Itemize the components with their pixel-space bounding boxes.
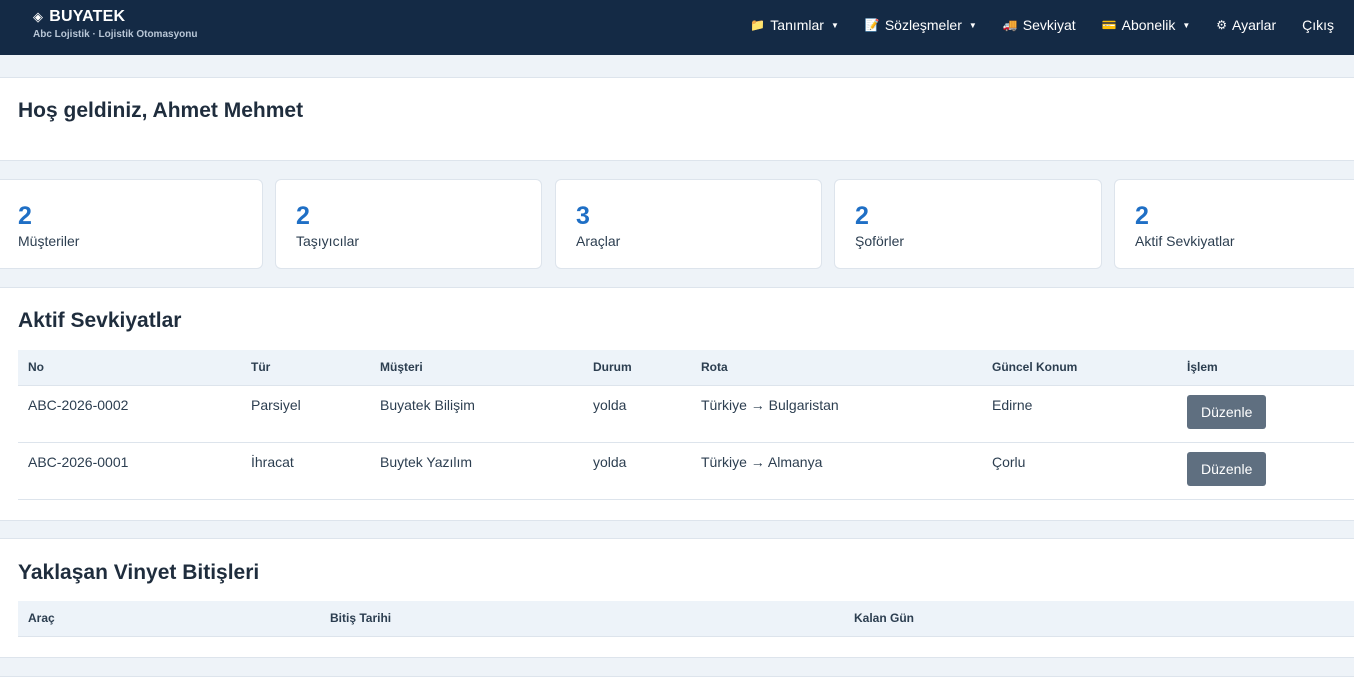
cell-status: yolda bbox=[583, 442, 691, 500]
cell-customer: Buyatek Bilişim bbox=[370, 385, 583, 443]
stat-value: 3 bbox=[576, 202, 590, 230]
cell-customer: Buytek Yazılım bbox=[370, 442, 583, 500]
stat-value: 2 bbox=[855, 202, 869, 230]
caret-down-icon: ▼ bbox=[968, 20, 977, 30]
cell-status: yolda bbox=[583, 385, 691, 443]
cell-no: ABC-2026-0001 bbox=[18, 442, 241, 500]
column-header: Bitiş Tarihi bbox=[320, 601, 844, 637]
column-header: İşlem bbox=[1177, 350, 1354, 386]
memo-icon: 📝 bbox=[864, 18, 880, 32]
nav-item-label: Abonelik bbox=[1121, 17, 1176, 33]
column-header: No bbox=[18, 350, 241, 386]
brand-subtitle: Abc Lojistik · Lojistik Otomasyonu bbox=[33, 29, 198, 40]
nav-item-sevkiyat[interactable]: 🚚 Sevkiyat bbox=[1003, 17, 1076, 33]
section-title: Aktif Sevkiyatlar bbox=[18, 309, 182, 332]
nav-item-label: Ayarlar bbox=[1232, 17, 1277, 33]
nav-item-ayarlar[interactable]: ⚙ Ayarlar bbox=[1216, 17, 1276, 33]
nav-item-tanimlar[interactable]: 📁 Tanımlar ▼ bbox=[750, 17, 839, 33]
stat-label: Müşteriler bbox=[18, 233, 80, 249]
stat-card-aktif-sevkiyatlar[interactable]: 2 Aktif Sevkiyatlar bbox=[1114, 179, 1354, 269]
column-header: Tür bbox=[241, 350, 370, 386]
column-header: Güncel Konum bbox=[982, 350, 1177, 386]
cell-action: Düzenle bbox=[1177, 442, 1354, 500]
folder-icon: 📁 bbox=[750, 18, 766, 32]
stat-label: Taşıyıcılar bbox=[296, 233, 360, 249]
cell-action: Düzenle bbox=[1177, 385, 1354, 443]
nav-item-sozlesmeler[interactable]: 📝 Sözleşmeler ▼ bbox=[865, 17, 977, 33]
brand-title: ◈ BUYATEK bbox=[33, 8, 197, 26]
stat-label: Şoförler bbox=[855, 233, 905, 249]
cell-route: Türkiye → Bulgaristan bbox=[691, 385, 982, 443]
column-header: Durum bbox=[583, 350, 691, 386]
stat-card-soforler[interactable]: 2 Şoförler bbox=[834, 179, 1102, 269]
nav-item-label: Çıkış bbox=[1302, 17, 1334, 33]
stat-card-tasiyicilar[interactable]: 2 Taşıyıcılar bbox=[275, 179, 542, 269]
stat-value: 2 bbox=[18, 202, 32, 230]
caret-down-icon: ▼ bbox=[1182, 20, 1191, 30]
welcome-card: Hoş geldiniz, Ahmet Mehmet bbox=[0, 77, 1354, 161]
cell-location: Edirne bbox=[982, 385, 1177, 443]
brand-name: BUYATEK bbox=[49, 8, 126, 25]
cell-type: İhracat bbox=[241, 442, 370, 500]
nav-item-label: Sevkiyat bbox=[1022, 17, 1076, 33]
truck-icon: 🚚 bbox=[1002, 18, 1018, 32]
cell-location: Çorlu bbox=[982, 442, 1177, 500]
main-nav: 📁 Tanımlar ▼ 📝 Sözleşmeler ▼ 🚚 Sevkiyat … bbox=[750, 17, 1334, 33]
column-header: Müşteri bbox=[370, 350, 583, 386]
stat-label: Aktif Sevkiyatlar bbox=[1135, 233, 1235, 249]
stat-label: Araçlar bbox=[576, 233, 621, 249]
column-header: Araç bbox=[18, 601, 320, 637]
section-title: Yaklaşan Vinyet Bitişleri bbox=[18, 561, 260, 584]
nav-item-label: Tanımlar bbox=[770, 17, 824, 33]
nav-item-label: Sözleşmeler bbox=[884, 17, 962, 33]
table-row: ABC-2026-0001 İhracat Buytek Yazılım yol… bbox=[18, 442, 1354, 500]
column-header: Rota bbox=[691, 350, 982, 386]
vignette-expiry-card: Yaklaşan Vinyet Bitişleri Araç Bitiş Tar… bbox=[0, 538, 1354, 658]
brand[interactable]: ◈ BUYATEK Abc Lojistik · Lojistik Otomas… bbox=[33, 8, 197, 40]
table-header-row: Araç Bitiş Tarihi Kalan Gün bbox=[18, 601, 1354, 637]
table-row: ABC-2026-0002 Parsiyel Buyatek Bilişim y… bbox=[18, 385, 1354, 443]
active-shipments-card: Aktif Sevkiyatlar No Tür Müşteri Durum R… bbox=[0, 287, 1354, 521]
card-icon: 💳 bbox=[1101, 18, 1117, 32]
edit-button[interactable]: Düzenle bbox=[1187, 394, 1267, 429]
diamond-icon: ◈ bbox=[33, 9, 44, 24]
cell-route: Türkiye → Almanya bbox=[691, 442, 982, 500]
nav-item-abonelik[interactable]: 💳 Abonelik ▼ bbox=[1102, 17, 1191, 33]
column-header: Kalan Gün bbox=[844, 601, 1354, 637]
table-header-row: No Tür Müşteri Durum Rota Güncel Konum İ… bbox=[18, 350, 1354, 386]
next-section-card bbox=[0, 676, 1354, 695]
welcome-title: Hoş geldiniz, Ahmet Mehmet bbox=[18, 99, 304, 122]
top-navbar: ◈ BUYATEK Abc Lojistik · Lojistik Otomas… bbox=[0, 0, 1354, 55]
caret-down-icon: ▼ bbox=[830, 20, 839, 30]
gear-icon: ⚙ bbox=[1216, 18, 1228, 32]
stat-card-musteriler[interactable]: 2 Müşteriler bbox=[0, 179, 263, 269]
edit-button[interactable]: Düzenle bbox=[1187, 451, 1267, 486]
cell-no: ABC-2026-0002 bbox=[18, 385, 241, 443]
nav-item-cikis[interactable]: Çıkış bbox=[1302, 17, 1334, 33]
stat-value: 2 bbox=[296, 202, 310, 230]
shipments-table: No Tür Müşteri Durum Rota Güncel Konum İ… bbox=[18, 350, 1354, 500]
stat-card-araclar[interactable]: 3 Araçlar bbox=[555, 179, 822, 269]
cell-type: Parsiyel bbox=[241, 385, 370, 443]
vignettes-table: Araç Bitiş Tarihi Kalan Gün bbox=[18, 601, 1354, 637]
stat-value: 2 bbox=[1135, 202, 1149, 230]
